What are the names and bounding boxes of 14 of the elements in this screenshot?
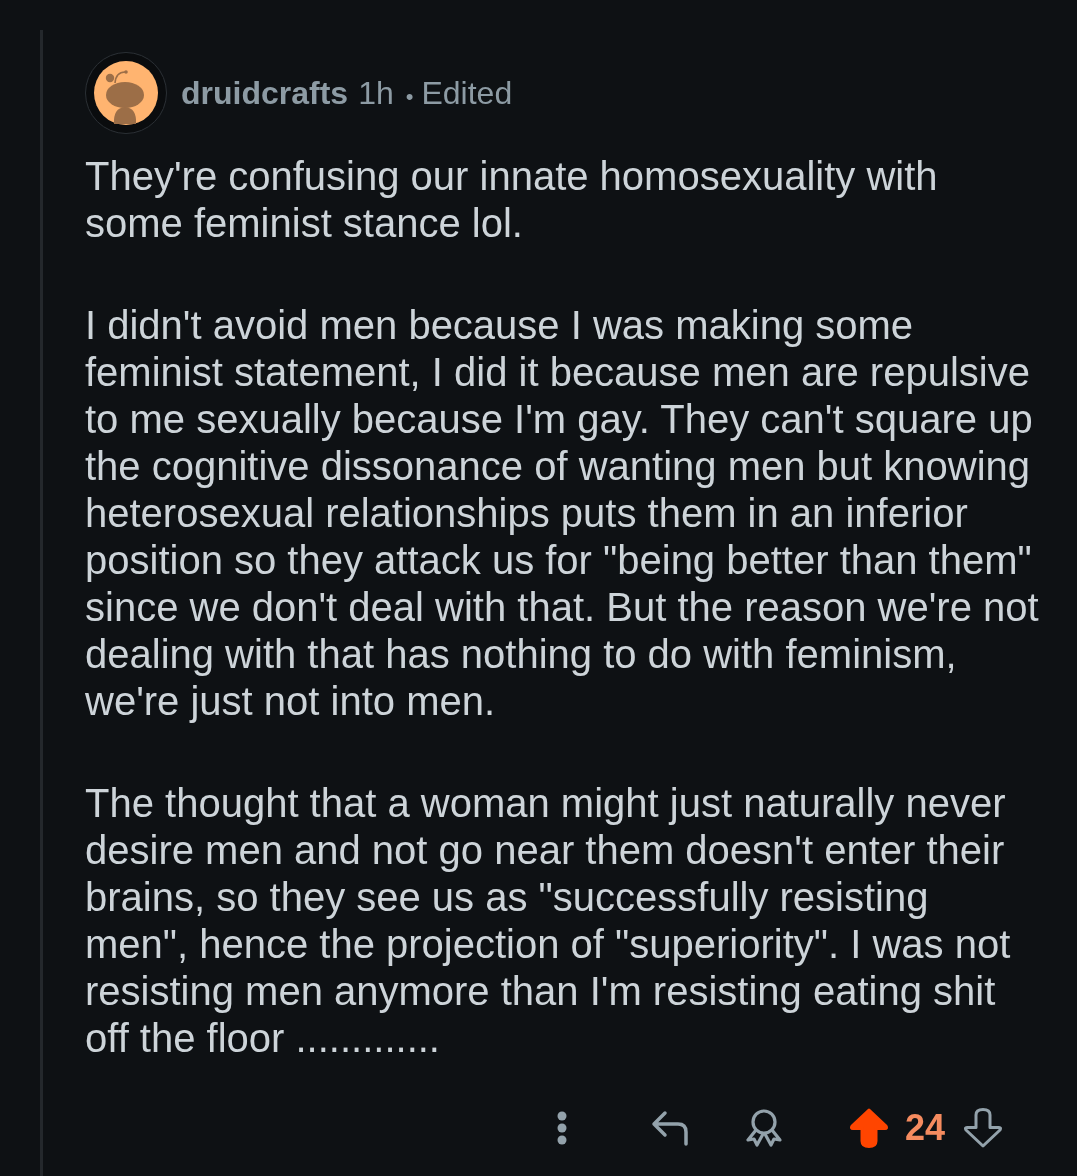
comment-paragraph: The thought that a woman might just naturally never desire men and not go near them doesn't enter their brains, so they see us as "successfully resisting men", hence the projection of "superiority". I was not resisting men anymore than I'm resisting eating shit off the floor ............. [85,780,1012,1062]
upvote-icon[interactable] [847,1107,890,1149]
award-icon[interactable] [743,1108,784,1148]
more-options-icon[interactable] [555,1111,568,1145]
comment-age: 1h [358,77,394,109]
separator-dot: • [405,86,414,108]
vote-count: 24 [904,1110,945,1146]
downvote-icon[interactable] [962,1107,1004,1149]
reply-icon[interactable] [649,1109,690,1147]
comment-paragraph: I didn't avoid men because I was making some feminist statement, I did it because men are repulsive to me sexually because I'm gay. They can't square up the cognitive dissonance of wanting men but knowing heterosexual relationships puts them in an inferior position so they attack us for "being better than them" since we don't deal with that. But the reason we're not dealing with that has nothing to do with feminism, we're just not into men. [85,302,1040,725]
comment-paragraph: They're confusing our innate homosexuality with some feminist stance lol. [85,153,939,247]
avatar-icon[interactable] [85,52,167,134]
edited-label: Edited [421,77,513,109]
username[interactable]: druidcrafts [181,77,349,109]
